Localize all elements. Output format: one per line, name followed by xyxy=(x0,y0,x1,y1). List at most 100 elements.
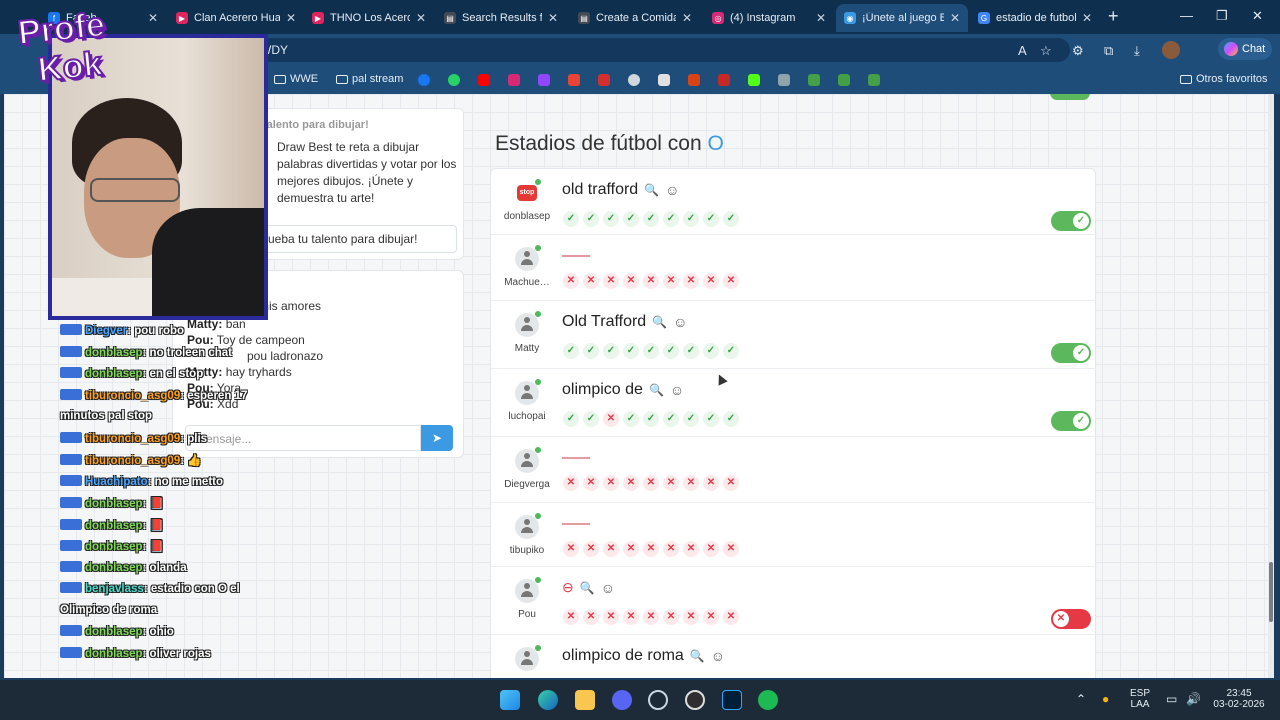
profile-avatar-icon[interactable] xyxy=(1162,41,1180,59)
photoshop-icon[interactable] xyxy=(722,690,742,710)
check-icon: ✓ xyxy=(603,211,619,227)
youtube-icon[interactable] xyxy=(478,74,490,86)
bookmark-label: WWE xyxy=(290,73,319,85)
close-icon[interactable]: ✕ xyxy=(548,11,558,25)
chat-message-input[interactable]: Mensaje... xyxy=(185,425,421,451)
close-icon[interactable]: ✕ xyxy=(682,11,692,25)
favorite-star-icon[interactable]: ☆ xyxy=(1040,43,1052,59)
page-icon: ▤ xyxy=(578,12,590,24)
bookmark-pal-stream[interactable]: pal stream xyxy=(336,73,403,85)
bookmark-icon[interactable] xyxy=(718,74,730,86)
obs-icon[interactable] xyxy=(685,690,705,710)
react-emoji-icon[interactable]: ☺ xyxy=(601,580,615,596)
twitch-icon[interactable] xyxy=(538,74,550,86)
vote-marks: ✓ ✓ ✓ ✓ ✓ ✓ ✓ ✓ ✓ xyxy=(563,343,739,359)
stream-chat-user: donblasep xyxy=(85,561,143,574)
browser-tab[interactable]: ▤ Search Results for ✕ xyxy=(436,4,566,32)
search-icon[interactable]: 🔍 xyxy=(652,315,667,329)
clock[interactable]: 23:45 03-02-2026 xyxy=(1206,688,1272,710)
bookmark-icon[interactable] xyxy=(598,74,610,86)
player-name: Pou xyxy=(518,609,536,620)
edge-browser-icon[interactable] xyxy=(538,690,558,710)
tab-label: THNO Los Aceroos xyxy=(330,12,410,24)
search-icon[interactable]: 🔍 xyxy=(649,383,664,397)
discord-icon[interactable] xyxy=(612,690,632,710)
bookmark-icon[interactable] xyxy=(688,74,700,86)
bookmark-icon[interactable] xyxy=(658,74,670,86)
microphone-tray-icon[interactable]: ● xyxy=(1102,692,1109,706)
browser-tab[interactable]: G estadio de futbol c ✕ xyxy=(970,4,1100,32)
vote-toggle[interactable]: ✓ xyxy=(1051,211,1091,231)
extensions-icon[interactable]: ⚙ xyxy=(1072,43,1084,59)
steam-icon[interactable] xyxy=(648,690,668,710)
spotify-icon[interactable] xyxy=(758,690,778,710)
maximize-button[interactable]: ❐ xyxy=(1216,8,1228,24)
close-icon[interactable]: ✕ xyxy=(286,11,296,25)
instagram-icon[interactable] xyxy=(508,74,520,86)
bookmark-other-favorites[interactable]: Otros favoritos xyxy=(1180,73,1268,85)
copilot-chat-button[interactable]: Chat xyxy=(1218,38,1272,60)
vote-toggle[interactable]: ✕ xyxy=(1051,609,1091,629)
read-aloud-icon[interactable]: A xyxy=(1018,43,1027,58)
react-emoji-icon[interactable]: ☺ xyxy=(673,314,687,330)
online-indicator xyxy=(535,645,541,651)
bookmark-icon[interactable] xyxy=(808,74,820,86)
collections-icon[interactable]: ⧉ xyxy=(1104,43,1113,59)
stream-chat-line: donblasep: 📕 xyxy=(60,518,164,532)
input-language[interactable]: ESP LAA xyxy=(1126,688,1154,710)
promo-button[interactable]: ueba tu talento para dibujar! xyxy=(257,225,457,253)
bookmark-icon[interactable] xyxy=(838,74,850,86)
send-button[interactable]: ➤ xyxy=(421,425,453,451)
browser-tab-active[interactable]: ◉ ¡Únete al juego Bas ✕ xyxy=(836,4,968,32)
close-icon[interactable]: ✕ xyxy=(816,11,826,25)
chatgpt-icon[interactable] xyxy=(628,74,640,86)
download-icon[interactable]: ⤓ xyxy=(1134,43,1140,59)
facebook-icon[interactable] xyxy=(418,74,430,86)
online-indicator xyxy=(535,179,541,185)
player-name: Matty xyxy=(514,343,540,354)
page-scrollbar[interactable] xyxy=(1268,94,1274,678)
tray-chevron-icon[interactable]: ⌃ xyxy=(1076,692,1086,706)
check-icon: ✓ xyxy=(643,211,659,227)
new-tab-button[interactable]: + xyxy=(1108,6,1119,27)
toggle[interactable] xyxy=(1050,94,1090,100)
person-icon xyxy=(521,583,533,599)
kick-icon[interactable] xyxy=(748,74,760,86)
chat-badge-icon xyxy=(60,324,82,335)
url-input[interactable]: WDY xyxy=(230,38,1070,62)
close-window-button[interactable]: ✕ xyxy=(1252,8,1263,24)
search-icon[interactable]: 🔍 xyxy=(644,183,659,197)
close-icon[interactable]: ✕ xyxy=(148,11,158,25)
chat-message: pou ladronazo xyxy=(247,349,323,363)
stream-chat-text: : no me metto xyxy=(147,475,224,488)
browser-tab[interactable]: ▶ Clan Acerero Huach ✕ xyxy=(168,4,304,32)
whatsapp-icon[interactable] xyxy=(448,74,460,86)
react-emoji-icon[interactable]: ☺ xyxy=(670,382,684,398)
browser-tab[interactable]: ◎ (4) Instagram ✕ xyxy=(704,4,834,32)
close-icon[interactable]: ✕ xyxy=(416,11,426,25)
browser-tab[interactable]: ▶ THNO Los Aceroos ✕ xyxy=(304,4,434,32)
volume-icon[interactable]: 🔊 xyxy=(1186,692,1201,706)
minimize-button[interactable]: — xyxy=(1180,8,1193,23)
bookmark-wwe[interactable]: WWE xyxy=(274,73,318,85)
game-icon: ◉ xyxy=(844,12,856,24)
bookmark-icon[interactable] xyxy=(778,74,790,86)
close-icon[interactable]: ✕ xyxy=(1082,11,1092,25)
stream-chat-user: tiburoncio_asg09 xyxy=(85,455,181,467)
gmail-icon[interactable] xyxy=(568,74,580,86)
close-icon[interactable]: ✕ xyxy=(950,11,960,25)
vote-toggle[interactable]: ✓ xyxy=(1051,343,1091,363)
check-icon: ✓ xyxy=(623,411,639,427)
react-emoji-icon[interactable]: ☺ xyxy=(665,182,679,198)
file-explorer-icon[interactable] xyxy=(575,690,595,710)
round-letter: O xyxy=(707,132,724,155)
windows-start-icon[interactable] xyxy=(500,690,520,710)
vote-toggle[interactable]: ✓ xyxy=(1051,411,1091,431)
network-icon[interactable]: ▭ xyxy=(1166,692,1177,706)
scrollbar-thumb[interactable] xyxy=(1269,562,1273,622)
search-icon[interactable]: 🔍 xyxy=(690,649,705,663)
search-icon[interactable]: 🔍 xyxy=(580,581,595,595)
react-emoji-icon[interactable]: ☺ xyxy=(711,648,725,664)
browser-tab[interactable]: ▤ Create a Comida Cl ✕ xyxy=(570,4,700,32)
bookmark-icon[interactable] xyxy=(868,74,880,86)
